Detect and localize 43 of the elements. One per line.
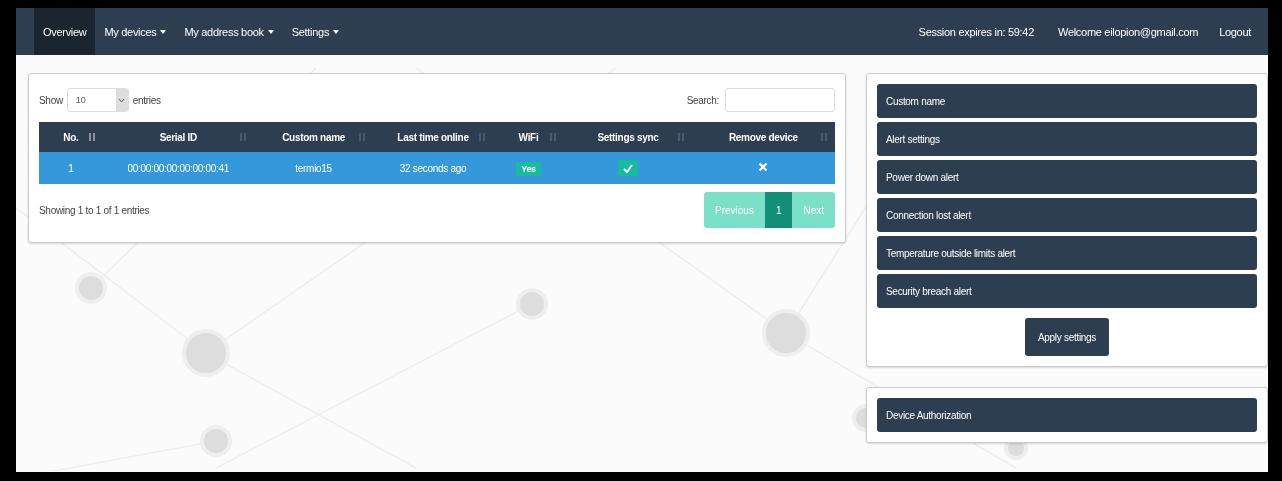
settings-section[interactable]: Device Authorization [877, 398, 1257, 432]
session-timer: Session expires in: 59:42 [917, 24, 1035, 40]
nav-item[interactable]: My address book [175, 8, 283, 55]
table-cell: 32 seconds ago [373, 152, 493, 184]
settings-section[interactable]: Temperature outside limits alert [877, 236, 1257, 270]
welcome-text: Welcome eilopion@gmail.com [1057, 24, 1200, 40]
sort-icon[interactable] [477, 132, 486, 142]
entries-info: Showing 1 to 1 of 1 entries [39, 204, 150, 216]
nav-item[interactable]: My devices [95, 8, 176, 55]
search-field[interactable] [725, 88, 835, 112]
nav-item[interactable]: Overview [34, 8, 96, 55]
column-header[interactable]: Remove device [691, 122, 835, 152]
settings-section[interactable]: Connection lost alert [877, 198, 1257, 232]
column-header[interactable]: WiFi [492, 122, 565, 152]
table-cell: termio15 [253, 152, 374, 184]
apply-settings-button[interactable]: Apply settings [1024, 318, 1110, 356]
table-cell: 1 [39, 152, 103, 184]
column-header[interactable]: Custom name [253, 122, 374, 152]
settings-section[interactable]: Custom name [877, 84, 1257, 118]
wifi-badge: Yes [516, 161, 541, 176]
sort-icon[interactable] [549, 132, 558, 142]
table-cell: 00:00:00:00:00:00:00:41 [102, 152, 254, 184]
settings-section[interactable]: Power down alert [877, 160, 1257, 194]
nav-item[interactable]: Settings [282, 8, 349, 55]
sort-icon[interactable] [676, 132, 685, 142]
page-button[interactable]: 1 [764, 192, 793, 228]
column-header[interactable]: Settings sync [564, 122, 692, 152]
caret-icon [118, 97, 126, 103]
remove-icon[interactable] [758, 162, 769, 172]
page-size-select[interactable]: 10 [66, 88, 129, 112]
sort-icon[interactable] [238, 132, 247, 142]
sort-icon[interactable] [820, 132, 828, 142]
column-header[interactable]: Last time online [373, 122, 493, 152]
sort-icon[interactable] [358, 132, 367, 142]
entries-label: entries [132, 94, 161, 106]
show-label: Show [39, 94, 63, 106]
sort-ascending-icon[interactable] [87, 132, 96, 142]
settings-section[interactable]: Security breach alert [877, 274, 1257, 308]
logout-link[interactable]: Logout [1210, 8, 1260, 55]
settings-section[interactable]: Alert settings [877, 122, 1257, 156]
search-label: Search: [686, 94, 719, 106]
column-header[interactable]: No. [39, 122, 103, 152]
column-header[interactable]: Serial ID [102, 122, 254, 152]
